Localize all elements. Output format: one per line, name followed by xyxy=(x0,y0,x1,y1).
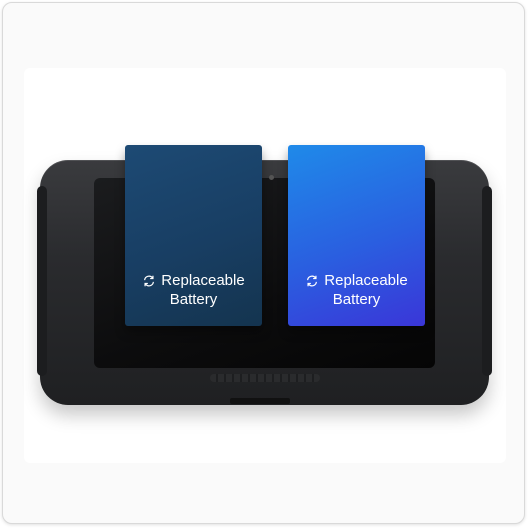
battery-left: Replaceable Battery xyxy=(125,145,262,326)
battery-label-line2: Battery xyxy=(169,291,218,308)
battery-label: Replaceable Battery xyxy=(288,271,425,309)
refresh-icon xyxy=(307,275,318,286)
battery-right: Replaceable Battery xyxy=(288,145,425,326)
battery-label-line1: Replaceable xyxy=(324,272,408,289)
battery-label-line2: Battery xyxy=(332,291,381,308)
right-bumper xyxy=(482,186,492,376)
battery-label: Replaceable Battery xyxy=(125,271,262,309)
battery-label-line1: Replaceable xyxy=(161,272,245,289)
bottom-port xyxy=(230,398,290,404)
bottom-grip xyxy=(210,374,320,382)
left-bumper xyxy=(37,186,47,376)
camera-dot xyxy=(269,175,274,180)
refresh-icon xyxy=(144,275,155,286)
